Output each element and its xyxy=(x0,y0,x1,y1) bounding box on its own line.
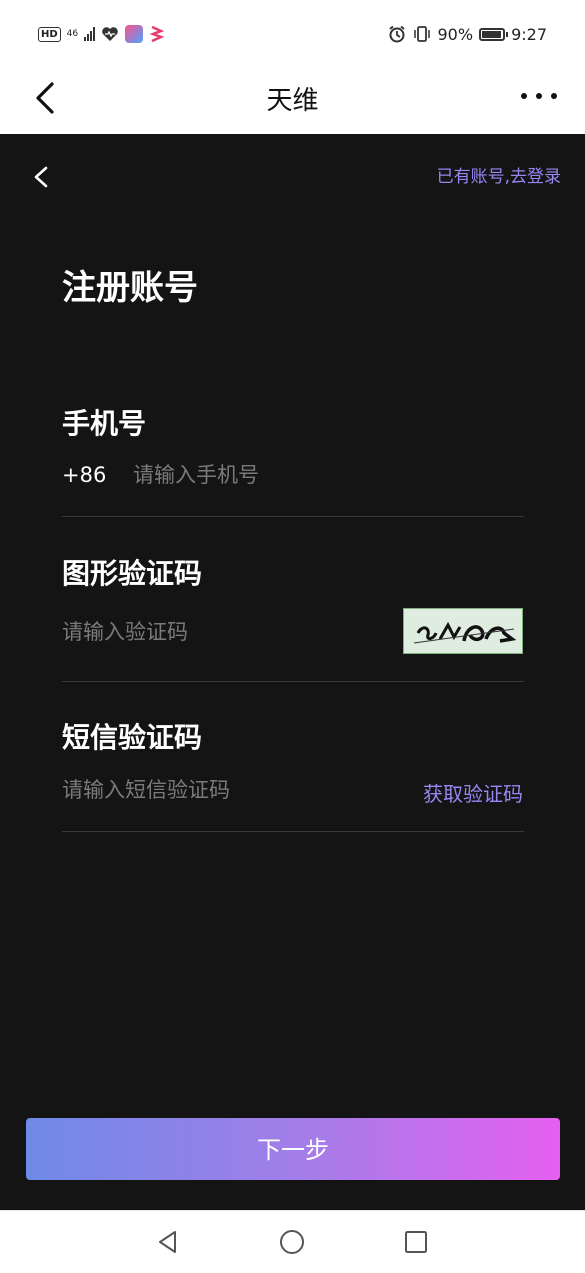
phone-input[interactable] xyxy=(133,460,523,490)
system-nav-bar xyxy=(0,1210,585,1273)
captcha-image[interactable] xyxy=(403,608,523,654)
battery-percent: 90% xyxy=(437,24,474,44)
vibrate-icon xyxy=(413,26,430,42)
recents-square-icon[interactable] xyxy=(401,1227,431,1257)
page-title: 注册账号 xyxy=(62,268,198,308)
phone-row: +86 xyxy=(62,460,524,492)
status-bar: HD 46 90% 9:27 xyxy=(0,0,585,66)
back-triangle-icon[interactable] xyxy=(153,1227,183,1257)
captcha-divider xyxy=(62,681,524,682)
network-type: 46 xyxy=(66,28,79,39)
more-horizontal-icon[interactable] xyxy=(521,84,557,108)
captcha-glyphs xyxy=(413,621,517,644)
phone-divider xyxy=(62,516,524,517)
sms-code-input[interactable] xyxy=(62,775,362,805)
hd-icon: HD xyxy=(38,26,61,42)
sms-label: 短信验证码 xyxy=(62,721,203,754)
battery-fill xyxy=(482,30,502,38)
captcha-input[interactable] xyxy=(62,617,362,647)
clock: 9:27 xyxy=(511,24,547,44)
captcha-label: 图形验证码 xyxy=(62,557,203,590)
home-circle-icon[interactable] xyxy=(277,1227,307,1257)
status-left: HD 46 xyxy=(38,22,165,46)
go-login-link[interactable]: 已有账号,去登录 xyxy=(437,162,561,187)
get-code-button[interactable]: 获取验证码 xyxy=(423,778,523,807)
phone-label: 手机号 xyxy=(62,407,147,440)
register-page: 已有账号,去登录 注册账号 手机号 +86 图形验证码 短信验证码 获取验证码 … xyxy=(0,134,585,1210)
app-title: 天维 xyxy=(266,86,319,116)
app-icon xyxy=(125,25,144,43)
status-right: 90% 9:27 xyxy=(388,22,547,46)
next-step-button[interactable]: 下一步 xyxy=(26,1118,560,1180)
signal-icon xyxy=(84,27,96,41)
heart-icon xyxy=(102,27,118,41)
app-icon xyxy=(149,25,165,43)
back-arrow-icon[interactable] xyxy=(24,160,58,194)
app-header: 天维 xyxy=(0,66,585,134)
country-code[interactable]: +86 xyxy=(62,463,106,487)
alarm-icon xyxy=(388,25,405,43)
battery-icon xyxy=(479,27,509,41)
sms-divider xyxy=(62,831,524,832)
